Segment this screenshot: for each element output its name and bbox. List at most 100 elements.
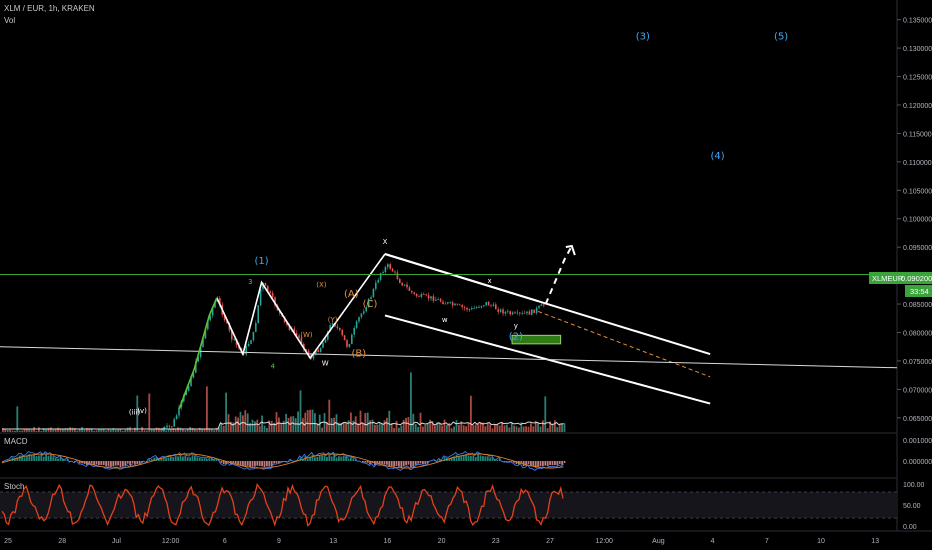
candle-body [514, 312, 516, 314]
candle-body [411, 290, 413, 293]
volume-bar [126, 427, 129, 432]
macd-histogram-bar [474, 456, 477, 461]
price-axis[interactable]: 0.135000 0.130000 0.125000 0.120000 0.115000… [897, 18, 932, 423]
macd-histogram-bar [386, 461, 388, 465]
macd-histogram-bar [47, 455, 50, 461]
volume-bar [254, 421, 256, 432]
macd-histogram-bar [383, 461, 386, 465]
volume-bar [491, 428, 494, 432]
candle-body [442, 301, 444, 305]
volume-bar [544, 396, 547, 432]
macd-histogram-bar [38, 455, 40, 461]
candle-body [456, 303, 459, 305]
volume-bar [417, 427, 419, 432]
macd-histogram-bar [112, 461, 115, 467]
candle-body [264, 282, 267, 286]
candle-body [502, 309, 504, 314]
macd-histogram-bar [119, 461, 122, 468]
macd-histogram-bar [321, 455, 323, 461]
price-chart[interactable]: (1) (3) (4) (5) (2) 3 4 W (W) (X) (Y) (A) (B) (C) Xw x y… [0, 0, 932, 550]
macd-histogram-bar [268, 461, 271, 467]
price-tick-label: 0.130000 [903, 46, 932, 53]
candle-body [495, 304, 497, 310]
volume-bar [386, 417, 388, 432]
volume-bar [486, 423, 489, 432]
macd-histogram-bar [362, 461, 364, 463]
volume-bar [52, 429, 55, 432]
volume-bar [304, 412, 307, 432]
volume-bar [441, 425, 443, 432]
macd-histogram-bar [134, 461, 136, 465]
candle-body [454, 303, 456, 306]
volume-bar [551, 423, 554, 432]
macd-tick-label: 0.000000 [903, 459, 932, 466]
volume-bar [513, 425, 515, 432]
macd-histogram-bar [472, 455, 475, 461]
candle-body [173, 419, 176, 427]
candle-body [468, 309, 471, 310]
volume-bar [470, 395, 472, 432]
candle-body [490, 305, 492, 307]
macd-histogram-bar [184, 455, 187, 461]
wave-label: (C) [363, 299, 378, 310]
volume-bar [446, 424, 448, 432]
candle-body [319, 347, 322, 352]
volume-bar [215, 427, 218, 432]
volume-bar [146, 430, 148, 432]
volume-bar [222, 425, 225, 432]
volume-bar [14, 430, 16, 432]
macd-histogram-bar [18, 455, 21, 461]
macd-histogram-bar [42, 456, 45, 461]
macd-histogram-bar [54, 457, 57, 461]
volume-bar [309, 409, 311, 432]
volume-bar [494, 424, 496, 432]
macd-histogram-bar [191, 455, 194, 461]
volume-bar [138, 430, 141, 432]
candle-body [255, 322, 257, 332]
macd-histogram-bar [35, 456, 38, 461]
volume-bar [474, 424, 477, 432]
volume-bar [129, 427, 131, 432]
volume-bar [38, 427, 40, 432]
volume-bar [40, 430, 43, 432]
macd-histogram-bar [395, 461, 398, 466]
macd-histogram-bar [338, 456, 340, 461]
macd-histogram-bar [172, 457, 175, 461]
volume-bar [402, 419, 405, 432]
candle-body [257, 305, 260, 323]
macd-histogram-bar [194, 455, 196, 461]
candle-body [526, 311, 528, 314]
candle-body [449, 302, 452, 304]
volume-bar [69, 427, 71, 432]
volume-bar [364, 413, 367, 432]
macd-histogram-bar [57, 458, 59, 461]
volume-bar [378, 423, 381, 432]
candle-body [387, 264, 389, 268]
volume-bar [522, 426, 525, 432]
volume-bar [6, 429, 9, 432]
candle-body [430, 296, 432, 299]
volume-bar [414, 423, 417, 432]
macd-histogram-bar [549, 461, 551, 465]
price-tick-label: 0.095000 [903, 245, 932, 252]
chart-title[interactable]: XLM / EUR, 1h, KRAKEN [4, 4, 95, 13]
candle-body [355, 321, 358, 329]
candle-body [492, 304, 495, 306]
time-tick-label: 9 [277, 538, 281, 545]
volume-bar [261, 415, 263, 432]
candle-body [324, 339, 327, 343]
volume-bar [294, 418, 297, 432]
candle-body [425, 294, 428, 296]
candle-body [348, 344, 351, 347]
volume-bar [26, 429, 28, 432]
macd-histogram-bar [477, 454, 479, 461]
macd-histogram-bar [350, 457, 352, 461]
macd-histogram-bar [275, 461, 278, 464]
macd-histogram-bar [424, 461, 427, 464]
price-tick-label: 0.075000 [903, 359, 932, 366]
volume-bar [434, 425, 436, 432]
macd-histogram-bar [251, 461, 254, 467]
stoch-label: Stoch [4, 482, 25, 491]
macd-histogram-bar [366, 461, 369, 463]
macd-histogram-bar [177, 456, 179, 461]
